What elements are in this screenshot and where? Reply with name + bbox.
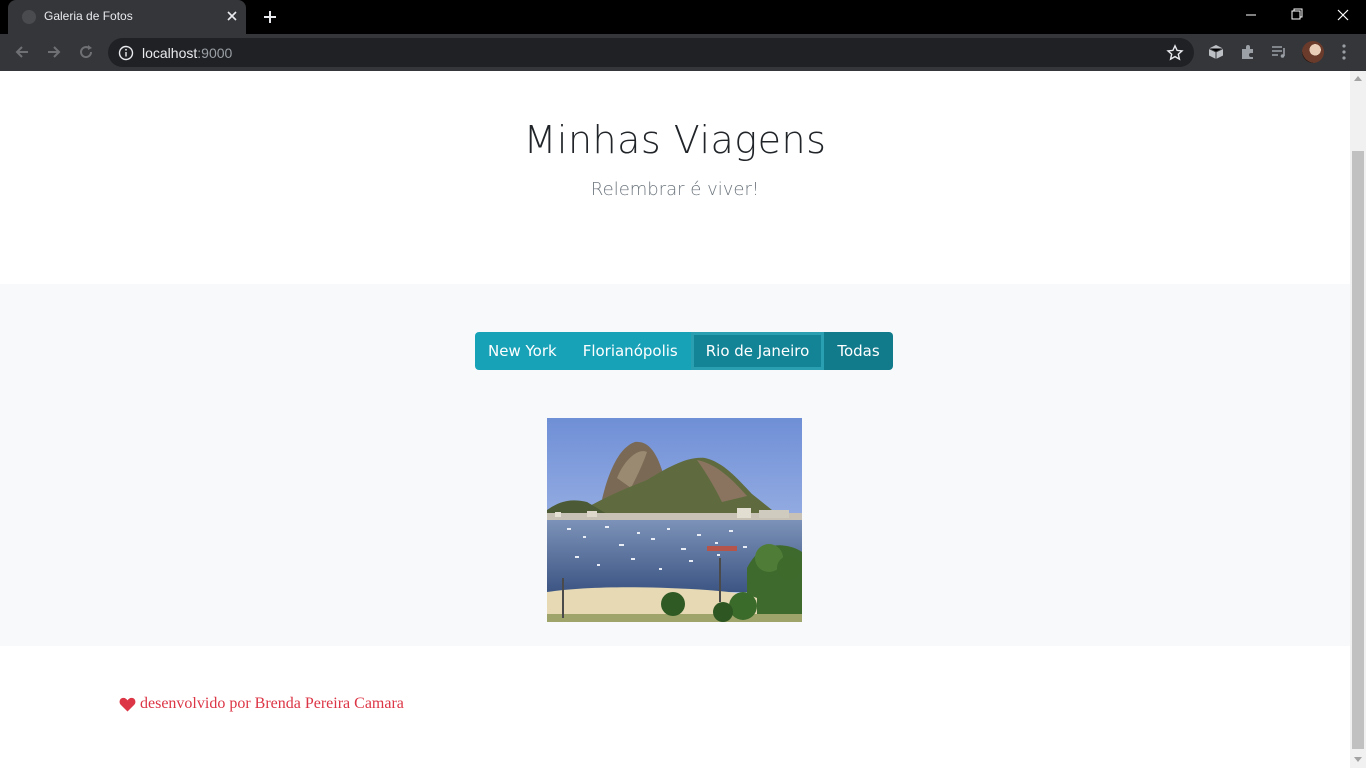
browser-titlebar: Galeria de Fotos <box>0 0 1366 34</box>
close-window-button[interactable] <box>1320 0 1366 30</box>
menu-dots-icon[interactable] <box>1337 42 1351 62</box>
heart-icon <box>119 697 136 712</box>
extension-cube-icon[interactable] <box>1207 43 1225 61</box>
filter-button-group: New York Florianópolis Rio de Janeiro To… <box>475 332 893 370</box>
page-viewport: Minhas Viagens Relembrar é viver! New Yo… <box>0 71 1350 768</box>
scroll-up-arrow-icon[interactable] <box>1354 76 1362 81</box>
media-queue-icon[interactable] <box>1270 43 1288 61</box>
page-title: Minhas Viagens <box>523 118 827 162</box>
filter-button-florianopolis[interactable]: Florianópolis <box>569 332 691 370</box>
footer-credit: desenvolvido por Brenda Pereira Camara <box>119 695 404 713</box>
hero-section: Minhas Viagens Relembrar é viver! <box>0 71 1350 284</box>
url-host: localhost <box>142 45 198 61</box>
profile-avatar[interactable] <box>1302 41 1324 63</box>
gallery-photo-rio[interactable] <box>547 418 802 622</box>
page-subtitle: Relembrar é viver! <box>590 179 760 200</box>
bookmark-star-icon[interactable] <box>1166 44 1184 62</box>
filter-button-todas[interactable]: Todas <box>824 332 893 370</box>
forward-arrow-icon[interactable] <box>44 42 64 62</box>
page-scrollbar[interactable] <box>1350 71 1366 768</box>
minimize-button[interactable] <box>1228 0 1274 30</box>
restore-button[interactable] <box>1274 0 1320 30</box>
filter-button-new-york[interactable]: New York <box>475 332 570 370</box>
filter-button-rio-de-janeiro[interactable]: Rio de Janeiro <box>690 332 825 370</box>
back-arrow-icon[interactable] <box>12 42 32 62</box>
url-port: :9000 <box>197 45 233 61</box>
favicon-icon <box>22 10 36 24</box>
new-tab-button[interactable] <box>258 5 282 29</box>
browser-toolbar: localhost:9000 <box>0 34 1366 71</box>
address-bar[interactable]: localhost:9000 <box>108 38 1194 67</box>
extensions-puzzle-icon[interactable] <box>1239 43 1257 61</box>
browser-tab[interactable]: Galeria de Fotos <box>8 0 246 34</box>
reload-icon[interactable] <box>76 42 96 62</box>
credit-text: desenvolvido por Brenda Pereira Camara <box>140 695 404 712</box>
info-icon[interactable] <box>118 45 134 61</box>
url-text: localhost:9000 <box>142 45 232 61</box>
scroll-thumb[interactable] <box>1352 151 1364 749</box>
close-tab-icon[interactable] <box>224 8 240 24</box>
scroll-down-arrow-icon[interactable] <box>1354 757 1362 762</box>
tab-title: Galeria de Fotos <box>44 9 133 23</box>
gallery-section: New York Florianópolis Rio de Janeiro To… <box>0 284 1350 646</box>
